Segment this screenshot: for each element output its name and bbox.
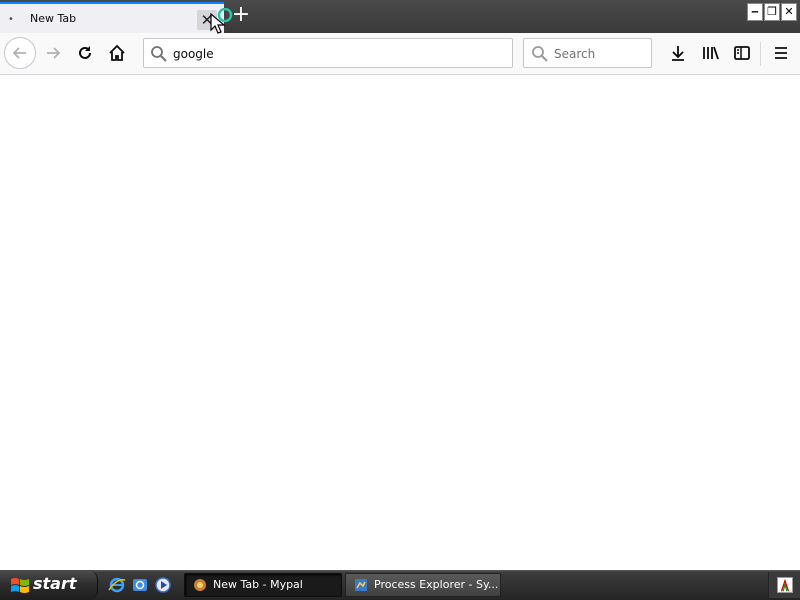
url-input[interactable]	[173, 45, 503, 63]
library-button[interactable]	[695, 38, 725, 68]
system-tray	[768, 572, 800, 598]
toolbar-separator	[760, 42, 761, 66]
page-content	[0, 75, 800, 570]
tab-new-tab[interactable]: • New Tab ✕	[0, 2, 224, 33]
start-button[interactable]: start	[0, 570, 98, 600]
search-icon	[532, 46, 548, 62]
outlook-express-icon[interactable]	[131, 576, 149, 594]
url-bar[interactable]	[143, 38, 513, 68]
tab-title: New Tab	[30, 12, 77, 25]
taskbar-button-process-explorer[interactable]: Process Explorer - Sy...	[345, 573, 501, 597]
internet-explorer-icon[interactable]	[108, 576, 126, 594]
back-icon	[12, 47, 26, 59]
tab-strip: • New Tab ✕ + ‒ ❐ ✕	[0, 0, 800, 33]
tab-loading-dot: •	[8, 14, 14, 25]
search-bar[interactable]	[523, 38, 652, 68]
sidebar-icon	[734, 46, 750, 60]
taskbar-button-label: New Tab - Mypal	[213, 578, 303, 591]
process-graph-icon	[780, 578, 790, 592]
start-label: start	[33, 574, 77, 593]
home-icon	[109, 44, 125, 61]
sidebar-button[interactable]	[727, 38, 757, 68]
reload-button[interactable]	[70, 38, 100, 68]
search-icon	[151, 46, 167, 62]
window-close-button[interactable]: ✕	[781, 3, 797, 21]
forward-icon	[47, 47, 61, 59]
nav-toolbar	[0, 33, 800, 75]
media-player-icon[interactable]	[154, 576, 172, 594]
back-button[interactable]	[4, 37, 36, 69]
restore-button[interactable]: ❐	[764, 3, 780, 21]
forward-button[interactable]	[38, 38, 68, 68]
reload-icon	[79, 46, 91, 59]
process-explorer-icon	[355, 579, 367, 591]
mypal-icon	[194, 579, 206, 591]
taskbar: start New Tab - Mypal Process Explorer -…	[0, 570, 800, 600]
mouse-pointer-icon	[210, 8, 233, 34]
taskbar-button-label: Process Explorer - Sy...	[374, 578, 499, 591]
tray-app-icon[interactable]	[777, 577, 793, 593]
menu-icon	[775, 47, 787, 59]
new-tab-button[interactable]: +	[230, 4, 252, 27]
home-button[interactable]	[102, 38, 132, 68]
menu-button[interactable]	[766, 38, 796, 68]
taskbar-button-mypal[interactable]: New Tab - Mypal	[184, 573, 342, 597]
minimize-button[interactable]: ‒	[747, 3, 763, 21]
search-input[interactable]	[554, 45, 646, 63]
download-icon	[672, 46, 684, 61]
windows-logo-icon	[11, 578, 29, 593]
downloads-button[interactable]	[663, 38, 693, 68]
library-icon	[703, 46, 719, 60]
